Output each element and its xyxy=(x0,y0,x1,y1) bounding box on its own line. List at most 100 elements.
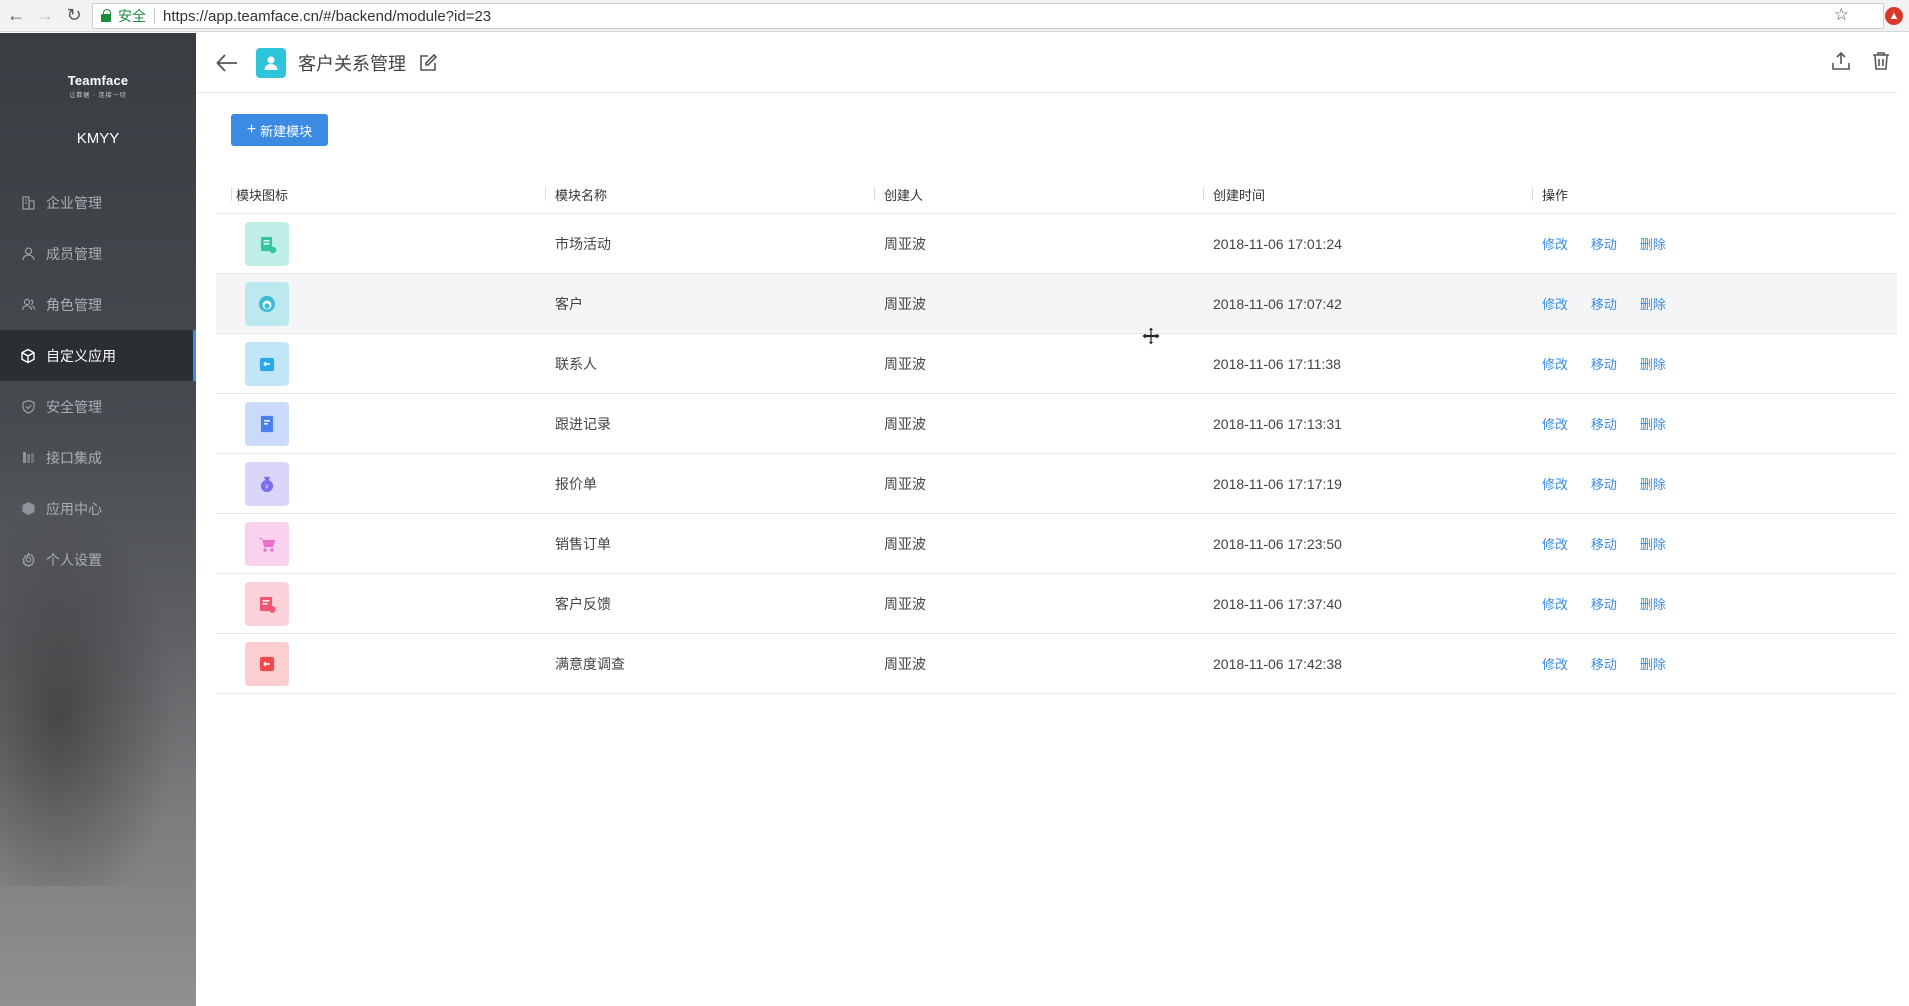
sidebar-item-members[interactable]: 成员管理 xyxy=(0,228,196,279)
plus-icon: + xyxy=(246,121,257,138)
delete-link[interactable]: 删除 xyxy=(1640,657,1666,672)
forward-arrow-icon[interactable]: → xyxy=(32,3,58,29)
role-icon xyxy=(20,297,36,313)
contact-icon xyxy=(245,341,289,386)
module-created-time: 2018-11-06 17:01:24 xyxy=(1213,235,1342,252)
address-bar[interactable]: 安全 https://app.teamface.cn/#/backend/mod… xyxy=(92,3,1884,29)
new-module-button[interactable]: + 新建模块 xyxy=(231,114,328,146)
module-app-icon xyxy=(256,47,286,78)
move-link[interactable]: 移动 xyxy=(1591,417,1617,432)
edit-link[interactable]: 修改 xyxy=(1542,657,1568,672)
sidebar: Teamface 让数据 · 连接一切 KMYY 企业管理 成员管理 角色管理 xyxy=(0,33,196,1006)
move-link[interactable]: 移动 xyxy=(1591,357,1617,372)
sidebar-item-roles[interactable]: 角色管理 xyxy=(0,279,196,330)
module-name: 报价单 xyxy=(555,475,597,492)
extension-icon[interactable]: ▲ xyxy=(1885,7,1903,25)
box-icon xyxy=(20,501,36,517)
brand-logo[interactable]: Teamface 让数据 · 连接一切 xyxy=(0,73,196,99)
delete-link[interactable]: 删除 xyxy=(1640,597,1666,612)
trash-icon[interactable] xyxy=(1871,51,1891,76)
delete-link[interactable]: 删除 xyxy=(1640,237,1666,252)
delete-link[interactable]: 删除 xyxy=(1640,297,1666,312)
move-link[interactable]: 移动 xyxy=(1591,657,1617,672)
module-name: 销售订单 xyxy=(555,535,611,552)
column-header-creator: 创建人 xyxy=(874,185,1203,204)
move-link[interactable]: 移动 xyxy=(1591,597,1617,612)
module-table: 模块图标 模块名称 创建人 创建时间 操作 市场活动 周亚波 2018-11-0… xyxy=(216,175,1897,694)
move-link[interactable]: 移动 xyxy=(1591,537,1617,552)
sidebar-item-label: 安全管理 xyxy=(46,398,102,415)
new-module-label: 新建模块 xyxy=(260,123,313,139)
svg-text:¥: ¥ xyxy=(265,484,269,491)
main-content: 客户关系管理 + 新建模块 模块图标 模块名称 创建人 创建时间 操作 市场活动 xyxy=(196,33,1909,1006)
edit-link[interactable]: 修改 xyxy=(1542,297,1568,312)
row-actions: 修改 移动 删除 xyxy=(1532,474,1897,493)
sidebar-item-personal-settings[interactable]: 个人设置 xyxy=(0,534,196,585)
edit-icon[interactable] xyxy=(418,53,438,73)
module-icon-cell xyxy=(216,281,545,326)
table-row[interactable]: ¥ 报价单 周亚波 2018-11-06 17:17:19 修改 移动 删除 xyxy=(216,454,1897,514)
sidebar-item-custom-apps[interactable]: 自定义应用 xyxy=(0,330,196,381)
upload-icon[interactable] xyxy=(1831,51,1851,76)
record-icon xyxy=(245,401,289,446)
back-arrow-icon[interactable]: ← xyxy=(3,3,29,29)
edit-link[interactable]: 修改 xyxy=(1542,237,1568,252)
column-header-actions: 操作 xyxy=(1532,185,1897,204)
module-creator: 周亚波 xyxy=(884,595,926,612)
edit-link[interactable]: 修改 xyxy=(1542,417,1568,432)
customer-icon xyxy=(245,281,289,326)
gear-icon xyxy=(20,552,36,568)
sidebar-item-integration[interactable]: 接口集成 xyxy=(0,432,196,483)
module-created-time: 2018-11-06 17:42:38 xyxy=(1213,655,1342,672)
column-header-created-time: 创建时间 xyxy=(1203,185,1532,204)
move-link[interactable]: 移动 xyxy=(1591,237,1617,252)
delete-link[interactable]: 删除 xyxy=(1640,537,1666,552)
module-icon-cell xyxy=(216,521,545,566)
reload-icon[interactable]: ↻ xyxy=(61,3,87,29)
plug-icon xyxy=(20,450,36,466)
row-actions: 修改 移动 删除 xyxy=(1532,354,1897,373)
module-creator: 周亚波 xyxy=(884,475,926,492)
module-name: 客户反馈 xyxy=(555,595,611,612)
edit-link[interactable]: 修改 xyxy=(1542,357,1568,372)
address-separator xyxy=(154,8,155,24)
sidebar-item-enterprise[interactable]: 企业管理 xyxy=(0,177,196,228)
move-link[interactable]: 移动 xyxy=(1591,297,1617,312)
delete-link[interactable]: 删除 xyxy=(1640,417,1666,432)
delete-link[interactable]: 删除 xyxy=(1640,357,1666,372)
module-creator: 周亚波 xyxy=(884,415,926,432)
money-bag-icon: ¥ xyxy=(245,461,289,506)
table-row[interactable]: 客户 周亚波 2018-11-06 17:07:42 修改 移动 删除 xyxy=(216,274,1897,334)
module-creator: 周亚波 xyxy=(884,655,926,672)
edit-link[interactable]: 修改 xyxy=(1542,477,1568,492)
back-arrow-icon[interactable] xyxy=(216,51,240,75)
delete-link[interactable]: 删除 xyxy=(1640,477,1666,492)
sidebar-item-app-center[interactable]: 应用中心 xyxy=(0,483,196,534)
module-name: 联系人 xyxy=(555,355,597,372)
edit-link[interactable]: 修改 xyxy=(1542,597,1568,612)
shield-icon xyxy=(20,399,36,415)
column-header-icon: 模块图标 xyxy=(216,185,545,204)
table-row[interactable]: 跟进记录 周亚波 2018-11-06 17:13:31 修改 移动 删除 xyxy=(216,394,1897,454)
module-name: 客户 xyxy=(555,295,583,312)
edit-link[interactable]: 修改 xyxy=(1542,537,1568,552)
table-row[interactable]: 联系人 周亚波 2018-11-06 17:11:38 修改 移动 删除 xyxy=(216,334,1897,394)
move-link[interactable]: 移动 xyxy=(1591,477,1617,492)
module-created-time: 2018-11-06 17:37:40 xyxy=(1213,595,1342,612)
feedback-icon xyxy=(245,581,289,626)
table-row[interactable]: 客户反馈 周亚波 2018-11-06 17:37:40 修改 移动 删除 xyxy=(216,574,1897,634)
bookmark-star-icon[interactable]: ☆ xyxy=(1834,5,1849,25)
page-title: 客户关系管理 xyxy=(298,53,406,74)
module-created-time: 2018-11-06 17:13:31 xyxy=(1213,415,1342,432)
sidebar-item-label: 企业管理 xyxy=(46,194,102,211)
row-actions: 修改 移动 删除 xyxy=(1532,294,1897,313)
row-actions: 修改 移动 删除 xyxy=(1532,534,1897,553)
table-row[interactable]: 销售订单 周亚波 2018-11-06 17:23:50 修改 移动 删除 xyxy=(216,514,1897,574)
url-text[interactable]: https://app.teamface.cn/#/backend/module… xyxy=(163,8,491,25)
table-row[interactable]: 满意度调查 周亚波 2018-11-06 17:42:38 修改 移动 删除 xyxy=(216,634,1897,694)
table-row[interactable]: 市场活动 周亚波 2018-11-06 17:01:24 修改 移动 删除 xyxy=(216,214,1897,274)
row-actions: 修改 移动 删除 xyxy=(1532,414,1897,433)
module-created-time: 2018-11-06 17:23:50 xyxy=(1213,535,1342,552)
sidebar-item-security[interactable]: 安全管理 xyxy=(0,381,196,432)
table-header: 模块图标 模块名称 创建人 创建时间 操作 xyxy=(216,175,1897,214)
